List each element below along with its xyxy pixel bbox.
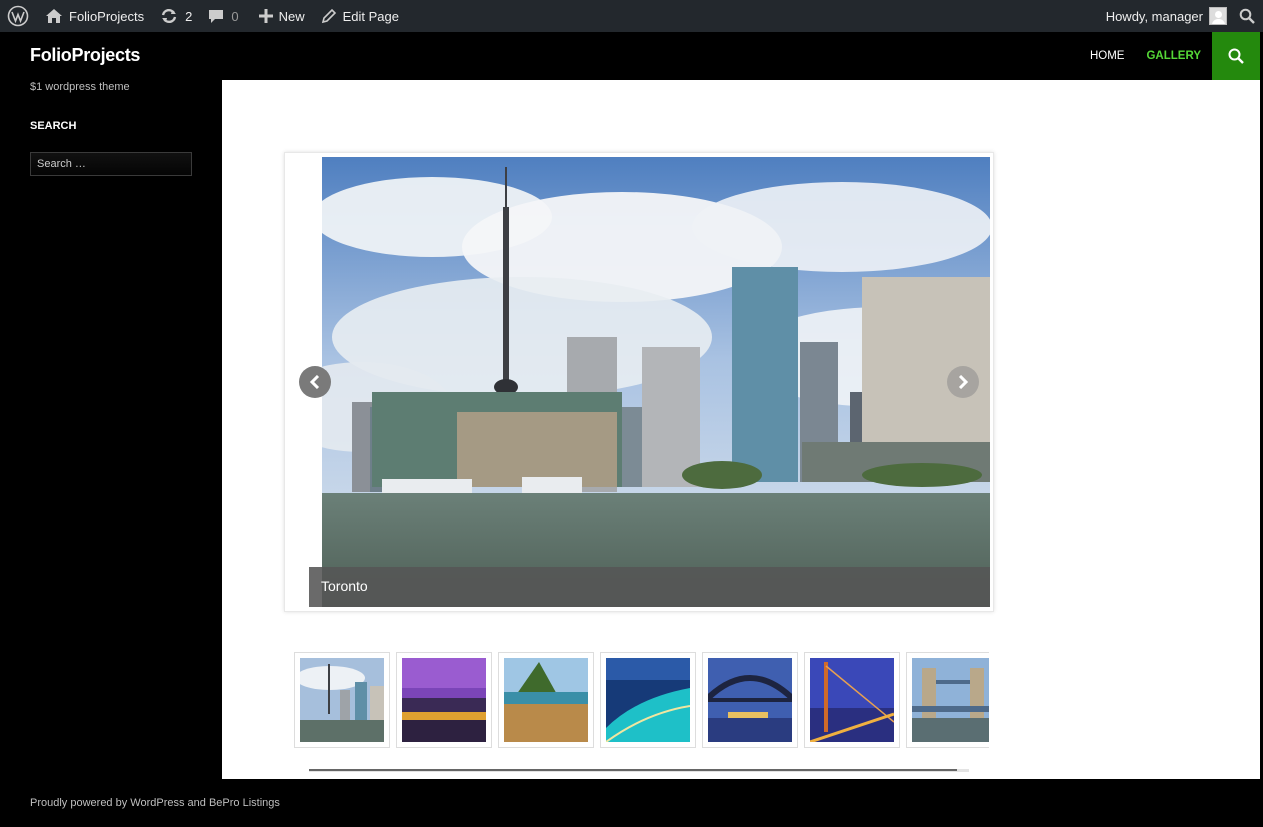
greeting-label: Howdy, manager — [1105, 8, 1203, 24]
primary-nav: HOME GALLERY — [1079, 32, 1212, 80]
new-label: New — [278, 8, 305, 24]
admin-bar: FolioProjects 2 0 New Edit Page Howdy, m… — [0, 0, 1263, 32]
admin-bar-right: Howdy, manager — [1098, 0, 1263, 32]
admin-search-button[interactable] — [1231, 0, 1263, 32]
footer-credit[interactable]: Proudly powered by WordPress and BePro L… — [30, 797, 280, 809]
thumbnail-rio-night[interactable] — [600, 652, 696, 748]
thumbnail-beach-mountain[interactable] — [498, 652, 594, 748]
thumbnail-tower-bridge[interactable] — [906, 652, 989, 748]
new-content-link[interactable]: New — [247, 0, 313, 32]
search-icon — [1239, 8, 1255, 24]
search-icon — [1228, 48, 1244, 64]
slider-next-button[interactable] — [947, 366, 979, 398]
search-widget-title: SEARCH — [30, 120, 77, 132]
scrollbar-thumb[interactable] — [309, 769, 957, 771]
site-tagline: $1 wordpress theme — [30, 81, 130, 93]
comment-icon — [209, 10, 224, 23]
search-toggle-button[interactable] — [1212, 32, 1260, 80]
wordpress-icon — [7, 5, 29, 27]
updates-icon — [161, 8, 177, 24]
thumbnail-purple-bridge[interactable] — [396, 652, 492, 748]
home-icon — [46, 9, 62, 23]
main-content: Toronto — [222, 80, 1260, 779]
site-title[interactable]: FolioProjects — [30, 45, 140, 66]
avatar — [1209, 7, 1227, 25]
my-account-link[interactable]: Howdy, manager — [1098, 0, 1231, 32]
chevron-left-icon — [309, 375, 320, 389]
slide-image-toronto — [322, 157, 990, 607]
site-footer: Proudly powered by WordPress and BePro L… — [0, 779, 1263, 827]
plus-icon — [258, 9, 273, 23]
gallery-slider: Toronto — [284, 152, 994, 612]
thumbnail-strip — [294, 652, 989, 748]
nav-item-gallery[interactable]: GALLERY — [1135, 50, 1212, 62]
edit-page-link[interactable]: Edit Page — [313, 0, 407, 32]
pencil-icon — [321, 8, 336, 24]
thumbnail-scrollbar[interactable] — [309, 769, 969, 772]
comments-link[interactable]: 0 — [200, 0, 246, 32]
thumbnail-toronto[interactable] — [294, 652, 390, 748]
edit-page-label: Edit Page — [342, 8, 399, 24]
wordpress-logo-button[interactable] — [0, 0, 37, 32]
site-header: FolioProjects HOME GALLERY — [0, 32, 1263, 80]
chevron-right-icon — [958, 375, 969, 389]
site-name-link[interactable]: FolioProjects — [37, 0, 152, 32]
sidebar: $1 wordpress theme SEARCH — [0, 80, 222, 779]
comments-count: 0 — [231, 8, 239, 24]
thumbnail-harbour-bridge[interactable] — [702, 652, 798, 748]
slider-prev-button[interactable] — [299, 366, 331, 398]
site-name-label: FolioProjects — [69, 8, 145, 24]
thumbnail-golden-gate[interactable] — [804, 652, 900, 748]
nav-item-home[interactable]: HOME — [1079, 50, 1136, 62]
updates-link[interactable]: 2 — [152, 0, 200, 32]
updates-count: 2 — [185, 8, 193, 24]
slide-caption: Toronto — [309, 567, 990, 607]
search-input[interactable] — [30, 152, 192, 176]
